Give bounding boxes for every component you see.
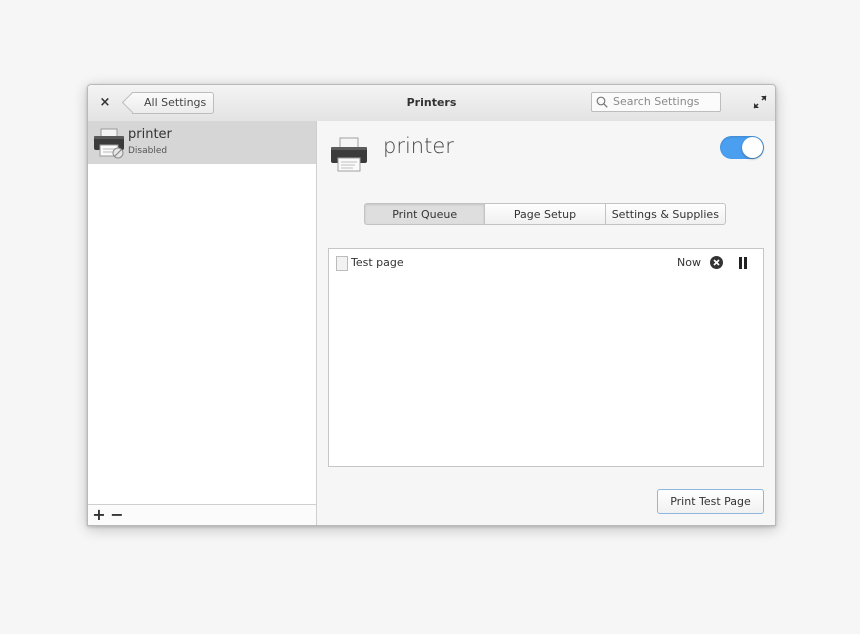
all-settings-label: All Settings bbox=[144, 96, 207, 109]
tab-page-setup[interactable]: Page Setup bbox=[485, 203, 606, 225]
toggle-knob bbox=[742, 137, 763, 158]
close-button[interactable]: × bbox=[96, 94, 114, 112]
add-printer-button[interactable]: + bbox=[91, 505, 107, 525]
maximize-icon[interactable] bbox=[753, 95, 767, 109]
settings-window: × All Settings Printers Search Settings bbox=[87, 84, 776, 526]
search-icon bbox=[596, 96, 608, 108]
print-test-page-button[interactable]: Print Test Page bbox=[657, 489, 764, 514]
job-time: Now bbox=[677, 256, 701, 269]
sidebar-toolbar: + − bbox=[88, 504, 316, 525]
printer-enabled-toggle[interactable] bbox=[720, 136, 764, 159]
printer-detail-pane: printer Print Queue Page Setup Settings … bbox=[317, 121, 775, 525]
list-item[interactable]: Test page Now bbox=[329, 249, 763, 277]
tab-settings-supplies[interactable]: Settings & Supplies bbox=[605, 203, 726, 225]
printer-tabs: Print Queue Page Setup Settings & Suppli… bbox=[364, 203, 726, 225]
printer-list-item[interactable]: printer Disabled bbox=[88, 121, 316, 164]
tab-print-queue[interactable]: Print Queue bbox=[364, 203, 486, 225]
printer-list-sidebar: printer Disabled + − bbox=[88, 121, 317, 525]
all-settings-button[interactable]: All Settings bbox=[132, 92, 215, 114]
cancel-job-icon[interactable] bbox=[710, 256, 723, 269]
print-queue-list: Test page Now bbox=[328, 248, 764, 467]
search-placeholder: Search Settings bbox=[613, 95, 700, 108]
printer-status: Disabled bbox=[128, 146, 168, 156]
printer-icon bbox=[94, 128, 124, 159]
printer-title: printer bbox=[383, 134, 454, 158]
remove-printer-button[interactable]: − bbox=[109, 505, 125, 525]
document-icon bbox=[336, 256, 348, 271]
titlebar: × All Settings Printers Search Settings bbox=[88, 85, 775, 122]
search-field[interactable]: Search Settings bbox=[591, 92, 721, 112]
printer-large-icon bbox=[331, 137, 367, 172]
printer-name: printer bbox=[128, 127, 172, 142]
pause-job-icon[interactable] bbox=[738, 257, 748, 269]
job-name: Test page bbox=[351, 256, 404, 269]
